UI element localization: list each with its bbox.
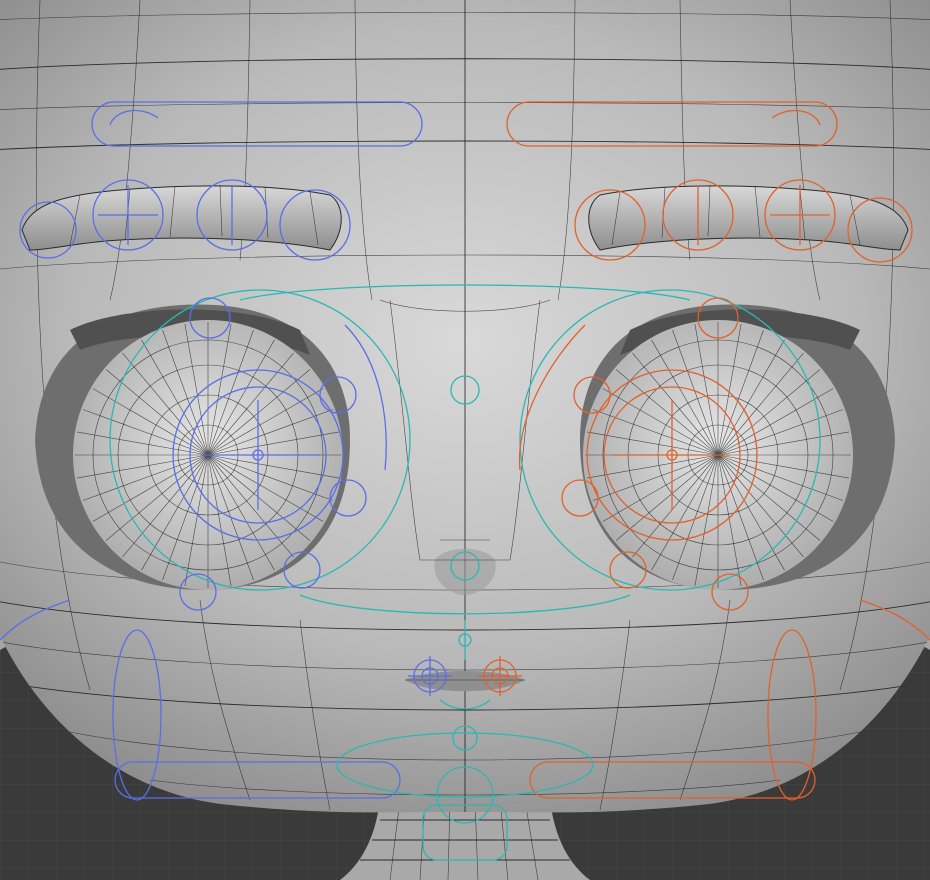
3d-viewport[interactable]	[0, 0, 930, 880]
viewport-scene[interactable]	[0, 0, 930, 880]
